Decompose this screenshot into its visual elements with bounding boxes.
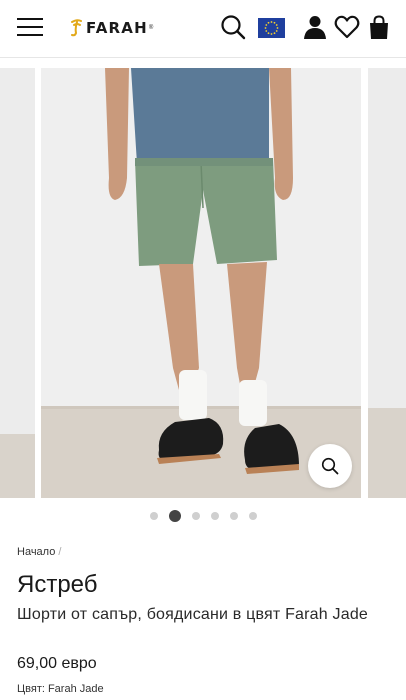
shopping-bag-icon[interactable] bbox=[366, 14, 392, 40]
logo-text: FARAH bbox=[86, 19, 148, 37]
carousel-dot[interactable] bbox=[249, 512, 257, 520]
hamburger-menu-icon[interactable] bbox=[17, 16, 43, 38]
carousel-dot[interactable] bbox=[192, 512, 200, 520]
breadcrumb: Начало / bbox=[17, 546, 61, 558]
carousel-dot[interactable] bbox=[211, 512, 219, 520]
product-color: Цвят: Farah Jade bbox=[17, 683, 104, 695]
breadcrumb-home-link[interactable]: Начало bbox=[17, 546, 55, 558]
farah-logo-mark-icon bbox=[71, 19, 82, 37]
breadcrumb-separator: / bbox=[58, 546, 62, 558]
user-icon[interactable] bbox=[302, 14, 328, 40]
zoom-icon bbox=[321, 457, 339, 475]
product-price: 69,00 евро bbox=[17, 655, 97, 672]
logo-registered-mark: ® bbox=[148, 25, 154, 31]
carousel-dot[interactable] bbox=[230, 512, 238, 520]
next-slide-preview[interactable] bbox=[368, 68, 406, 498]
carousel-dot-active[interactable] bbox=[169, 510, 181, 522]
product-subtitle: Шорти от сапър, боядисани в цвят Farah J… bbox=[17, 606, 369, 623]
previous-slide-preview[interactable] bbox=[0, 68, 35, 498]
search-icon[interactable] bbox=[220, 14, 246, 40]
product-title: Ястреб bbox=[17, 571, 98, 598]
eu-flag-icon[interactable] bbox=[258, 18, 285, 38]
site-header: FARAH ® bbox=[0, 0, 406, 58]
product-image[interactable] bbox=[41, 68, 361, 498]
farah-logo[interactable]: FARAH ® bbox=[69, 17, 153, 39]
zoom-button[interactable] bbox=[308, 444, 352, 488]
heart-icon[interactable] bbox=[334, 14, 360, 40]
carousel-pagination bbox=[150, 510, 268, 522]
product-image-carousel[interactable] bbox=[0, 68, 406, 498]
carousel-dot[interactable] bbox=[150, 512, 158, 520]
model-wearing-shorts-image bbox=[41, 68, 361, 498]
